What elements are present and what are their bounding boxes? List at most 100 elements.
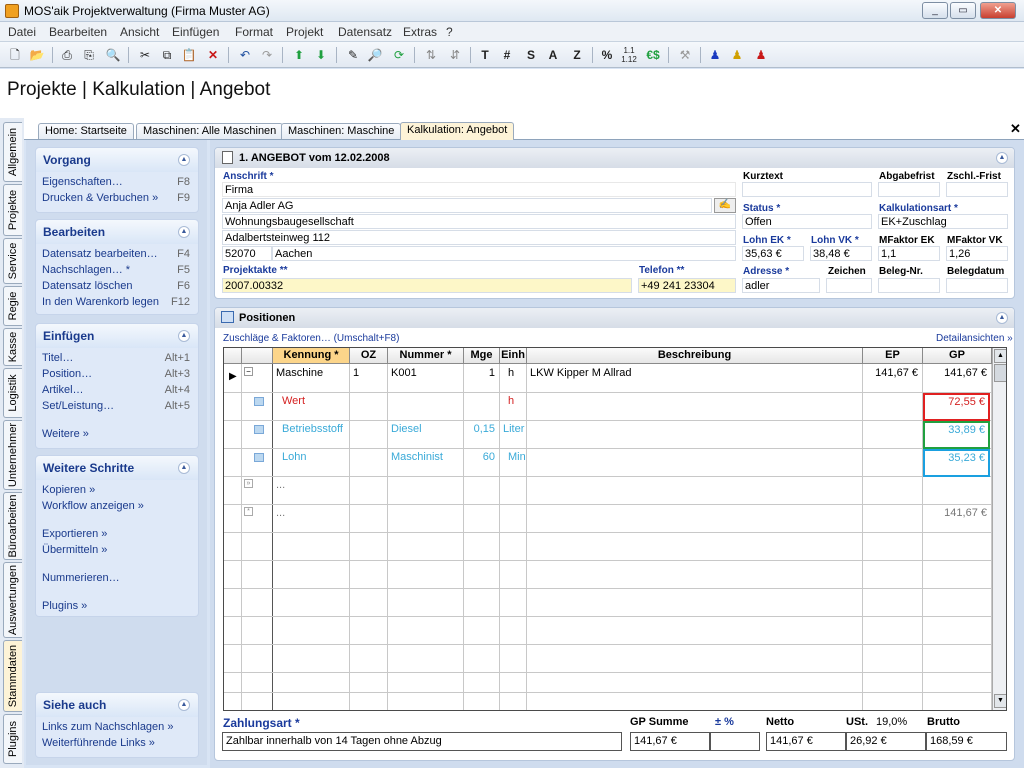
plz-field[interactable]: 52070 bbox=[222, 246, 272, 261]
minimize-button[interactable]: _ bbox=[922, 2, 948, 19]
link-nachschlagen[interactable]: Nachschlagen… * bbox=[42, 264, 130, 276]
col-oz[interactable]: OZ bbox=[350, 348, 388, 364]
maximize-button[interactable]: ▭ bbox=[950, 2, 976, 19]
col-mge[interactable]: Mge bbox=[464, 348, 500, 364]
edit-pencil-icon[interactable]: ✎ bbox=[344, 46, 362, 64]
link-datensatz-bearbeiten[interactable]: Datensatz bearbeiten… bbox=[42, 248, 158, 260]
sort-az-icon[interactable]: ⇅ bbox=[422, 46, 440, 64]
undo-icon[interactable]: ↶ bbox=[236, 46, 254, 64]
link-uebermitteln[interactable]: Übermitteln » bbox=[42, 544, 107, 556]
scroll-thumb[interactable] bbox=[994, 364, 1006, 382]
zeichen-field[interactable] bbox=[826, 278, 872, 293]
collapse-icon[interactable]: ▲ bbox=[178, 154, 190, 166]
vtab-logistik[interactable]: Logistik bbox=[3, 368, 22, 418]
z-icon[interactable]: Z bbox=[568, 46, 586, 64]
link-datensatz-loeschen[interactable]: Datensatz löschen bbox=[42, 280, 133, 292]
menu-bearbeiten[interactable]: Bearbeiten bbox=[49, 25, 107, 39]
kalkulationsart-field[interactable]: EK+Zuschlag bbox=[878, 214, 1008, 229]
panel-siehe-header[interactable]: Siehe auch ▲ bbox=[36, 693, 198, 717]
projektakte-field[interactable]: 2007.00332 bbox=[222, 278, 632, 293]
col-gp[interactable]: GP bbox=[923, 348, 992, 364]
tools-icon[interactable]: ⚒ bbox=[676, 46, 694, 64]
tab-alle-maschinen[interactable]: Maschinen: Alle Maschinen bbox=[136, 123, 284, 139]
lohn-ek-field[interactable]: 35,63 € bbox=[742, 246, 804, 261]
ort-field[interactable]: Aachen bbox=[272, 246, 736, 261]
add-subitem-icon[interactable]: » bbox=[244, 479, 253, 488]
table-row[interactable]: * ... 141,67 € bbox=[224, 505, 1006, 533]
vtab-projekte[interactable]: Projekte bbox=[3, 184, 22, 236]
status-field[interactable]: Offen bbox=[742, 214, 872, 229]
adresse-field[interactable]: adler bbox=[742, 278, 820, 293]
beleg-nr-field[interactable] bbox=[878, 278, 940, 293]
link-nummerieren[interactable]: Nummerieren… bbox=[42, 572, 120, 584]
link-nachschlagen-links[interactable]: Links zum Nachschlagen » bbox=[42, 721, 173, 733]
link-warenkorb[interactable]: In den Warenkorb legen bbox=[42, 296, 159, 308]
table-row[interactable]: » ... bbox=[224, 477, 1006, 505]
vtab-auswertungen[interactable]: Auswertungen bbox=[3, 562, 22, 638]
copy-icon[interactable]: ⧉ bbox=[158, 46, 176, 64]
vtab-regie[interactable]: Regie bbox=[3, 286, 22, 326]
collapse-icon[interactable]: ▲ bbox=[178, 462, 190, 474]
link-kopieren[interactable]: Kopieren » bbox=[42, 484, 95, 496]
vtab-plugins[interactable]: Plugins bbox=[3, 714, 22, 764]
menu-format[interactable]: Format bbox=[235, 25, 273, 39]
table-row[interactable]: Wert h 72,55 € bbox=[224, 393, 1006, 421]
scroll-down-icon[interactable]: ▼ bbox=[994, 694, 1006, 708]
currency-icon[interactable]: €$ bbox=[644, 46, 662, 64]
scroll-up-icon[interactable]: ▲ bbox=[994, 349, 1006, 363]
anschrift-line-4[interactable]: Adalbertsteinweg 112 bbox=[222, 230, 736, 245]
paste-icon[interactable]: 📋 bbox=[180, 46, 198, 64]
title-icon[interactable]: T bbox=[476, 46, 494, 64]
anschrift-line-1[interactable]: Firma bbox=[222, 182, 736, 197]
table-row[interactable]: ▶ − Maschine 1 K001 1 h LKW Kipper M All… bbox=[224, 365, 1006, 393]
open-folder-icon[interactable]: 📂 bbox=[28, 46, 46, 64]
print-icon[interactable]: ⎙ bbox=[58, 46, 76, 64]
link-workflow[interactable]: Workflow anzeigen » bbox=[42, 500, 144, 512]
grid-scrollbar[interactable]: ▲ ▼ bbox=[992, 348, 1006, 710]
link-titel[interactable]: Titel… bbox=[42, 352, 73, 364]
link-set-leistung[interactable]: Set/Leistung… bbox=[42, 400, 114, 412]
col-beschreibung[interactable]: Beschreibung bbox=[527, 348, 863, 364]
user-yellow-icon[interactable]: ♟ bbox=[728, 46, 746, 64]
new-document-icon[interactable]: 🗋 bbox=[6, 46, 24, 64]
s-icon[interactable]: S bbox=[522, 46, 540, 64]
zuschlaege-link[interactable]: Zuschläge & Faktoren… (Umschalt+F8) bbox=[223, 333, 399, 344]
vtab-kasse[interactable]: Kasse bbox=[3, 328, 22, 366]
add-item-icon[interactable]: * bbox=[244, 507, 253, 516]
table-row[interactable]: Lohn Maschinist 60 Min 35,23 € bbox=[224, 449, 1006, 477]
col-nummer[interactable]: Nummer * bbox=[388, 348, 464, 364]
col-ep[interactable]: EP bbox=[863, 348, 923, 364]
cut-icon[interactable]: ✂ bbox=[136, 46, 154, 64]
tab-home[interactable]: Home: Startseite bbox=[38, 123, 134, 139]
collapse-icon[interactable]: ▲ bbox=[996, 312, 1008, 324]
col-einh[interactable]: Einh bbox=[500, 348, 527, 364]
collapse-icon[interactable]: ▲ bbox=[178, 699, 190, 711]
link-artikel[interactable]: Artikel… bbox=[42, 384, 84, 396]
close-tab-icon[interactable]: ✕ bbox=[1010, 121, 1021, 137]
delete-icon[interactable]: ✕ bbox=[204, 46, 222, 64]
panel-weitere-header[interactable]: Weitere Schritte ▲ bbox=[36, 456, 198, 480]
a-icon[interactable]: A bbox=[544, 46, 562, 64]
vtab-stammdaten[interactable]: Stammdaten bbox=[3, 640, 22, 712]
tab-kalkulation-angebot[interactable]: Kalkulation: Angebot bbox=[400, 122, 515, 140]
belegdatum-field[interactable] bbox=[946, 278, 1008, 293]
collapse-row-icon[interactable]: − bbox=[244, 367, 253, 376]
vtab-unternehmer[interactable]: Unternehmer bbox=[3, 420, 22, 490]
move-up-icon[interactable]: ⬆ bbox=[290, 46, 308, 64]
menu-einfuegen[interactable]: Einfügen bbox=[172, 25, 219, 39]
refresh-icon[interactable]: ⟳ bbox=[390, 46, 408, 64]
print-all-icon[interactable]: ⎘ bbox=[80, 46, 98, 64]
telefon-field[interactable]: +49 241 23304 bbox=[638, 278, 736, 293]
link-exportieren[interactable]: Exportieren » bbox=[42, 528, 107, 540]
tab-maschine[interactable]: Maschinen: Maschine bbox=[281, 123, 402, 139]
abgabefrist-field[interactable] bbox=[878, 182, 940, 197]
table-row[interactable]: Betriebsstoff Diesel 0,15 Liter 33,89 € bbox=[224, 421, 1006, 449]
vtab-service[interactable]: Service bbox=[3, 238, 22, 284]
vtab-bueroarbeiten[interactable]: Büroarbeiten bbox=[3, 492, 22, 560]
collapse-icon[interactable]: ▲ bbox=[178, 330, 190, 342]
anschrift-line-3[interactable]: Wohnungsbaugesellschaft bbox=[222, 214, 736, 229]
address-lookup-icon[interactable]: ✍ bbox=[714, 198, 736, 213]
link-drucken-verbuchen[interactable]: Drucken & Verbuchen » bbox=[42, 192, 158, 204]
detailansichten-link[interactable]: Detailansichten » bbox=[936, 333, 1013, 344]
hash-icon[interactable]: # bbox=[498, 46, 516, 64]
